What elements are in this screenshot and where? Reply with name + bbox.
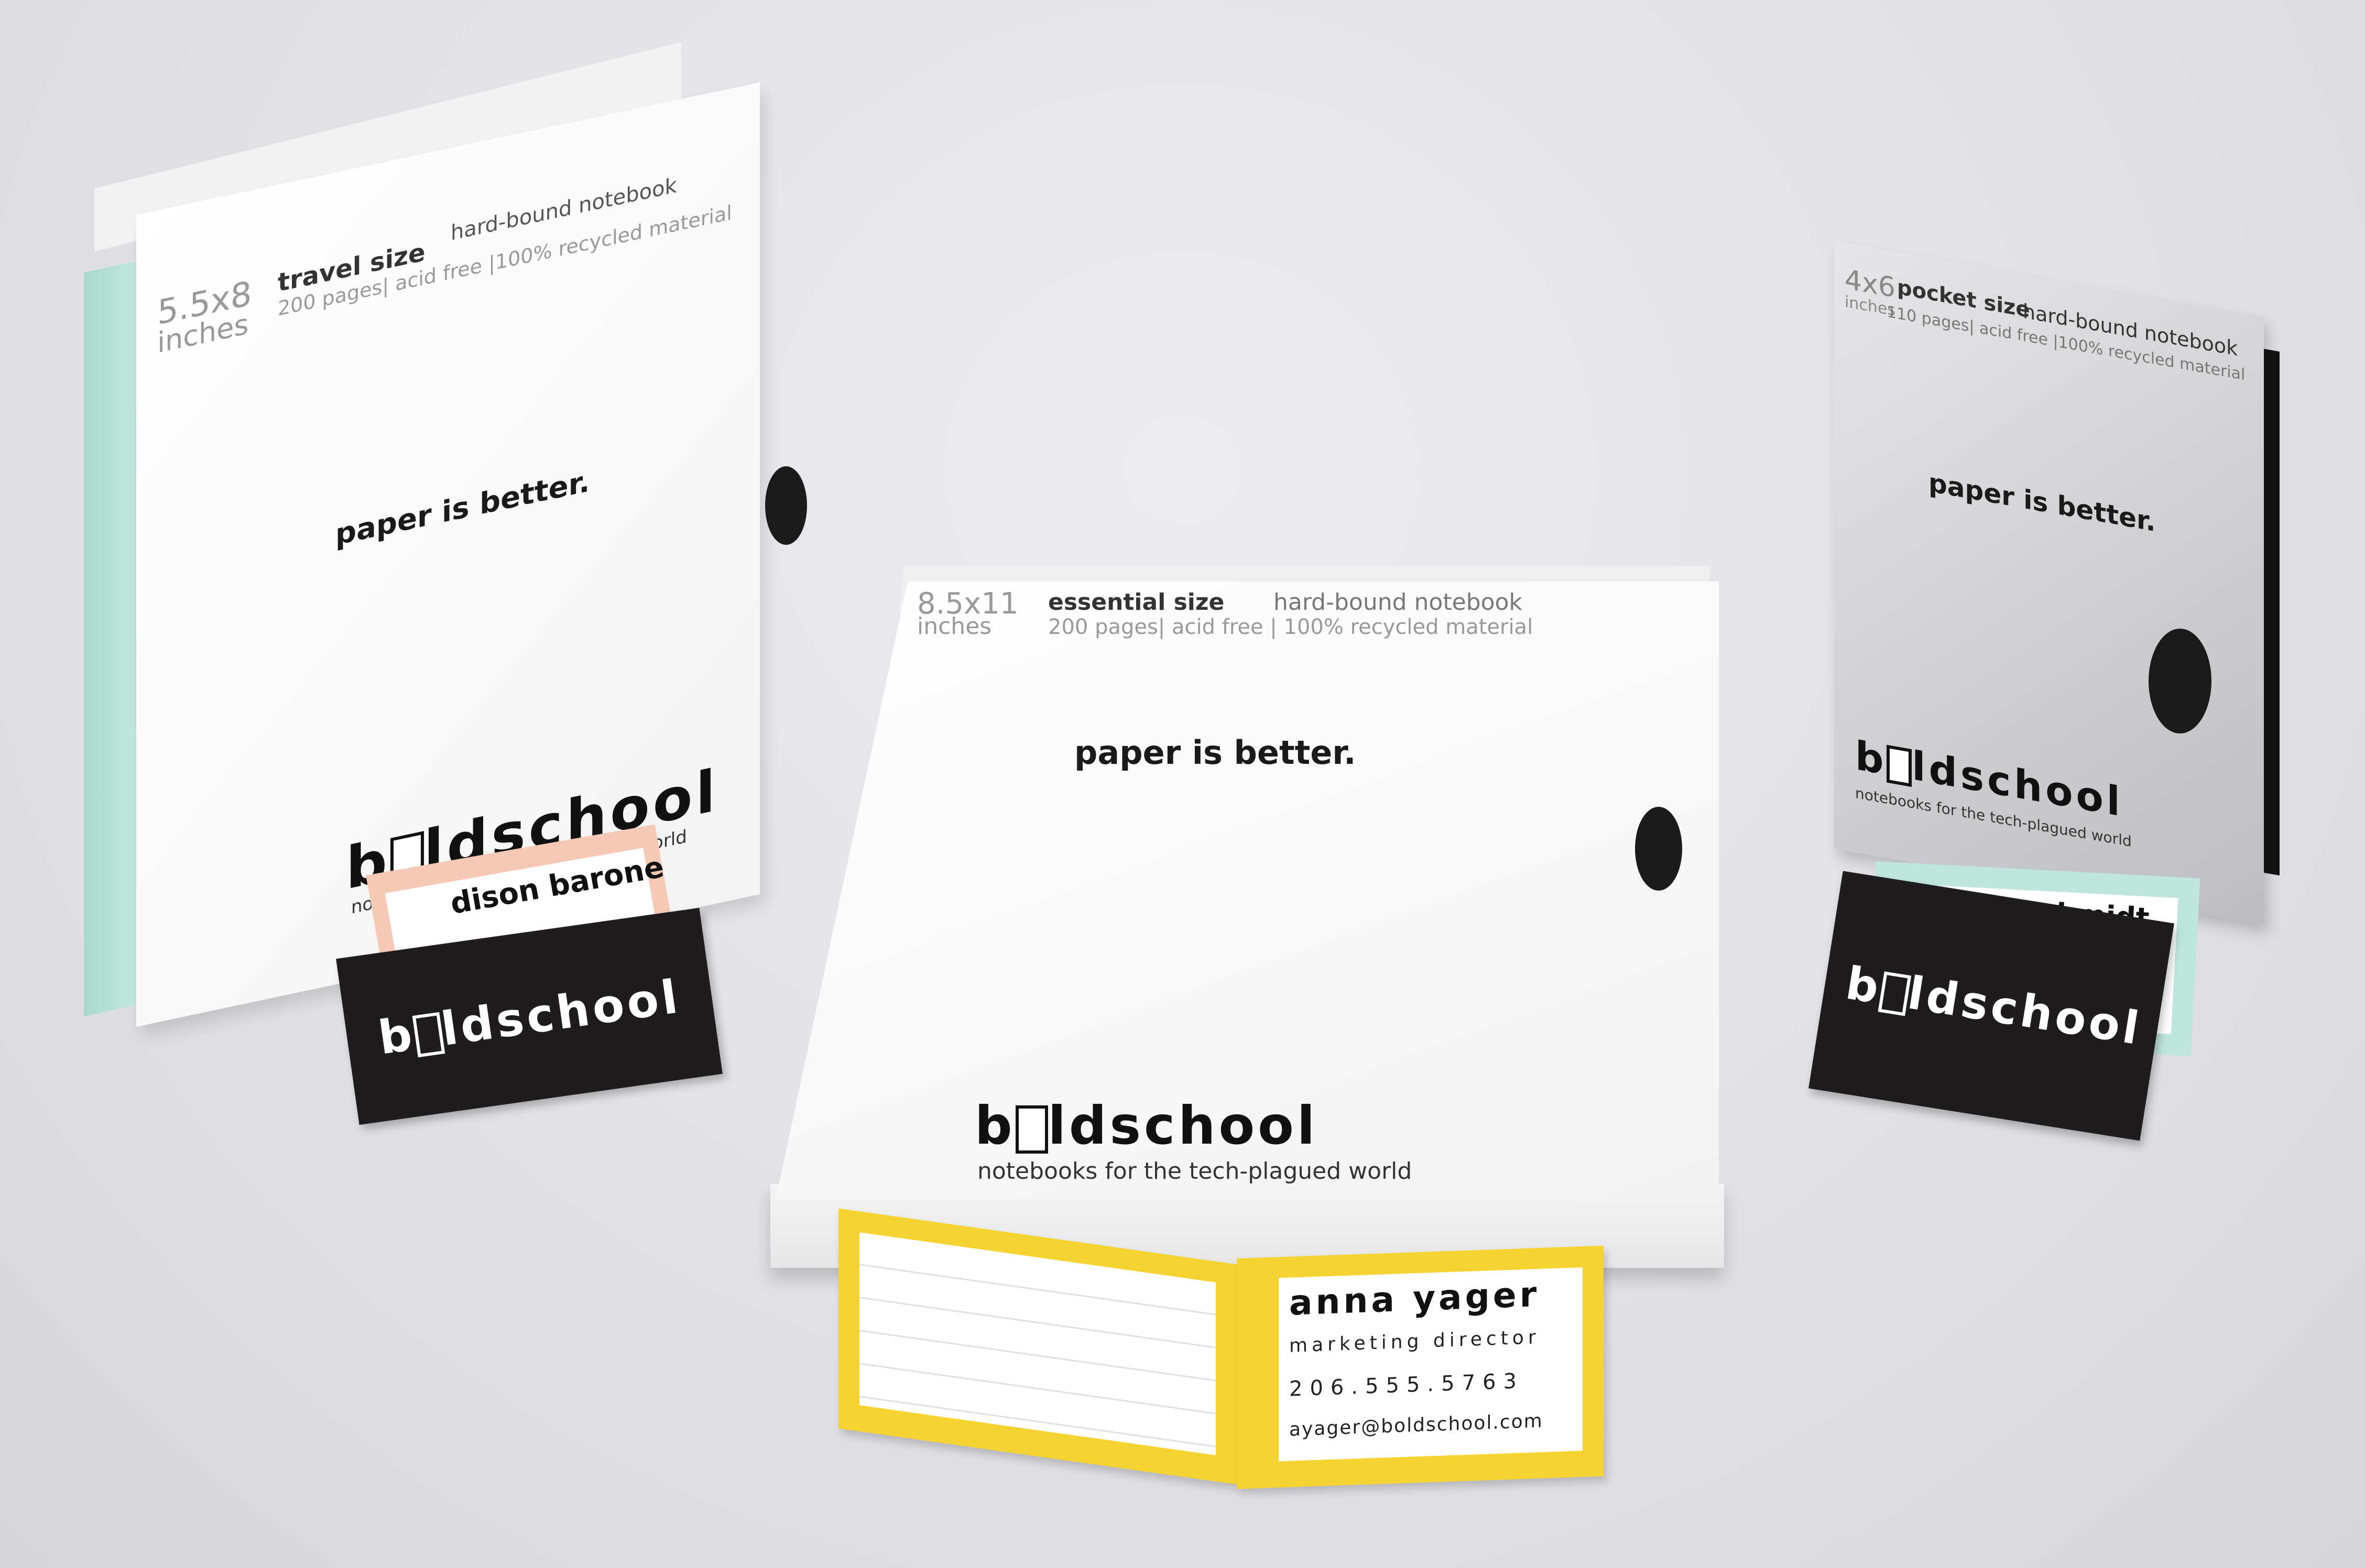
front-card: anna yager marketing director 206.555.57… bbox=[828, 1208, 1614, 1514]
pocket-notebook-thumb-notch bbox=[2149, 629, 2211, 733]
front-card-phone: 206.555.5763 bbox=[1289, 1369, 1524, 1401]
pocket-notebook: 4x6 inches pocket size hard-bound notebo… bbox=[1824, 220, 2306, 925]
front-card-title: marketing director bbox=[1289, 1326, 1540, 1357]
book-icon bbox=[1887, 744, 1912, 787]
essential-notebook-tagline: notebooks for the tech-plagued world bbox=[977, 1158, 1412, 1185]
right-card-stack: immy schmidt ociate bldschool bbox=[1808, 859, 2211, 1153]
front-card-right-inner: anna yager marketing director 206.555.57… bbox=[1279, 1267, 1583, 1462]
front-card-left-flap-lines bbox=[859, 1232, 1216, 1455]
essential-notebook-details: 200 pages| acid free | 100% recycled mat… bbox=[1048, 615, 1533, 639]
essential-notebook-face: 8.5x11 inches essential size hard-bound … bbox=[776, 582, 1719, 1200]
front-card-name: anna yager bbox=[1289, 1274, 1540, 1323]
essential-notebook-unit: inches bbox=[917, 613, 992, 640]
essential-notebook-type: hard-bound notebook bbox=[1273, 589, 1522, 616]
left-card-stack: dison barone b ldschool bbox=[335, 824, 734, 1132]
essential-notebook-logo: b ldschool bbox=[975, 1095, 1318, 1156]
front-card-email: ayager@boldschool.com bbox=[1289, 1410, 1543, 1441]
front-card-right-panel: anna yager marketing director 206.555.57… bbox=[1237, 1245, 1604, 1489]
essential-notebook: 8.5x11 inches essential size hard-bound … bbox=[765, 566, 1729, 1278]
book-icon bbox=[1015, 1105, 1048, 1154]
pocket-notebook-slogan: paper is better. bbox=[1928, 467, 2156, 538]
right-card-logo: b ldschool bbox=[1842, 957, 2145, 1056]
essential-notebook-name: essential size bbox=[1048, 589, 1225, 616]
left-card-name: dison barone bbox=[448, 850, 667, 922]
travel-notebook-slogan: paper is better. bbox=[335, 464, 590, 553]
travel-notebook-thumb-notch bbox=[765, 466, 807, 545]
essential-notebook-thumb-notch bbox=[1635, 807, 1682, 891]
pocket-notebook-face: 4x6 inches pocket size hard-bound notebo… bbox=[1834, 241, 2264, 925]
front-card-left-flap bbox=[838, 1208, 1237, 1485]
left-card-logo: b ldschool bbox=[375, 969, 684, 1065]
essential-notebook-slogan: paper is better. bbox=[1074, 733, 1356, 772]
